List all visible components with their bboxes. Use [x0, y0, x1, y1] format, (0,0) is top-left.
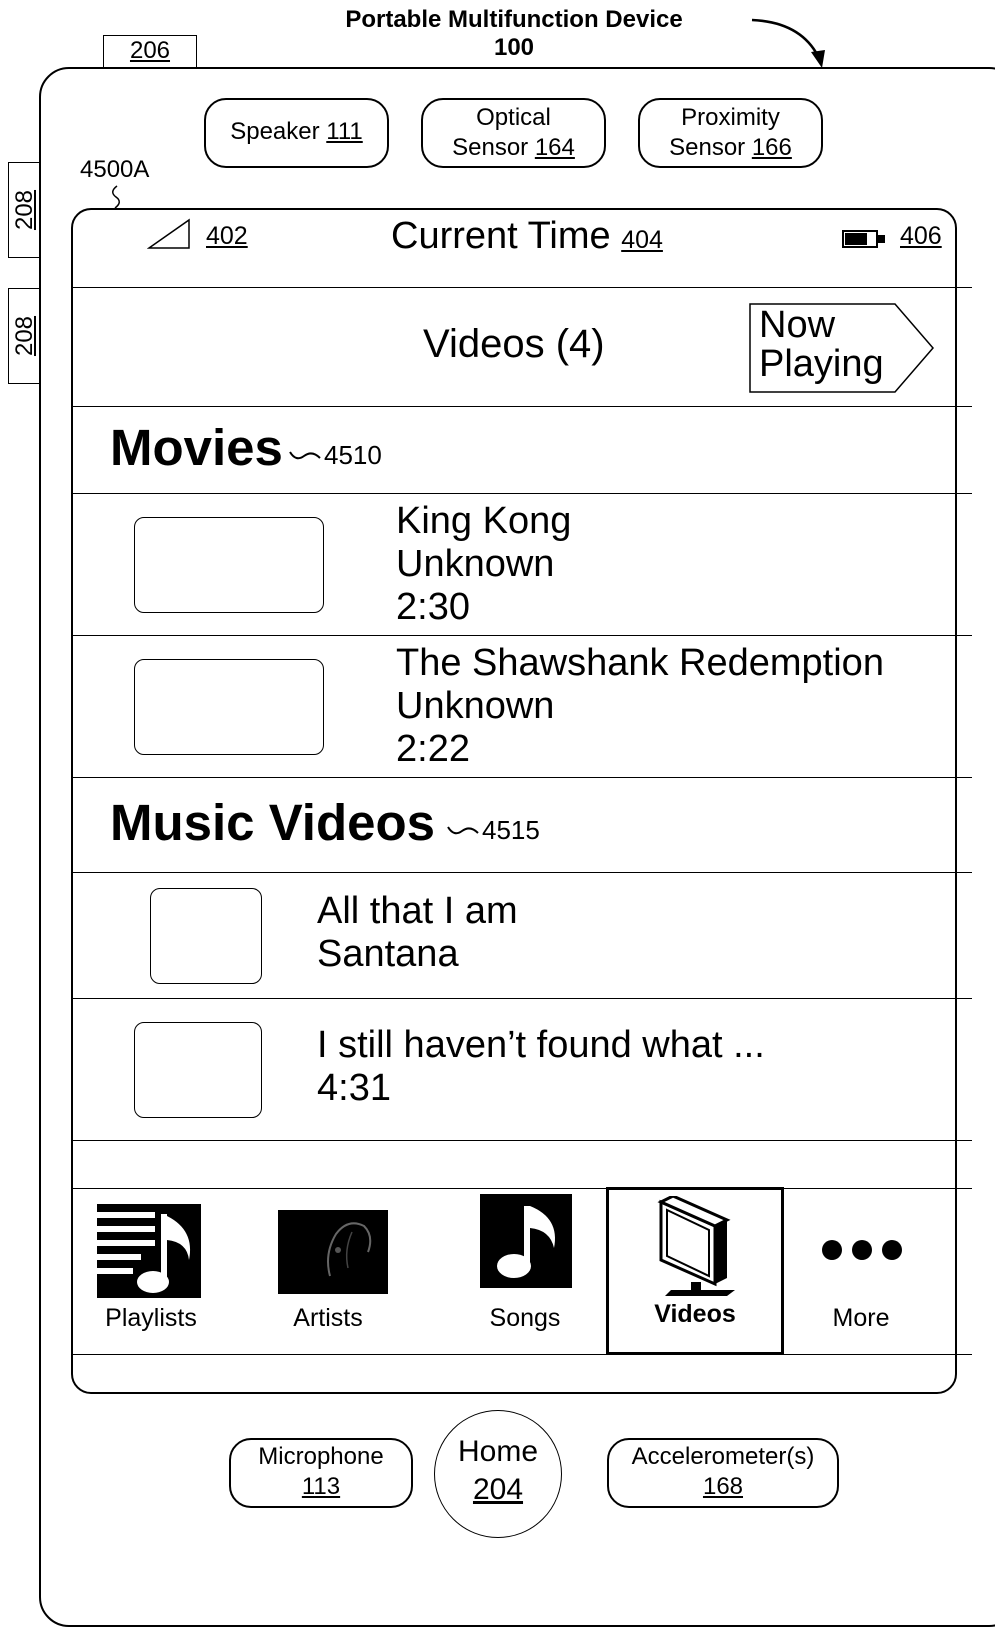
proximity-sensor-ref: 166: [751, 134, 792, 161]
movie-title: The Shawshank Redemption: [396, 642, 884, 684]
tab-songs[interactable]: Songs: [460, 1190, 590, 1354]
proximity-sensor-label: Sensor: [669, 134, 746, 161]
nav-title: Videos (4): [423, 322, 605, 366]
movie-duration: 2:30: [396, 586, 470, 628]
movies-section-ref: 4510: [324, 440, 382, 470]
home-label: Home: [457, 1435, 539, 1468]
signal-ref: 402: [206, 222, 248, 250]
optical-sensor-label: Sensor: [452, 134, 529, 161]
movie-thumbnail: [134, 659, 324, 755]
music-video-duration: 4:31: [317, 1067, 391, 1109]
music-video-row[interactable]: I still haven’t found what ... 4:31: [72, 999, 956, 1140]
movie-artist: Unknown: [396, 543, 555, 585]
more-ellipsis-icon: [822, 1240, 902, 1260]
songs-icon: [480, 1194, 572, 1288]
row-divider: [72, 777, 972, 778]
music-video-info: All that I am Santana: [317, 890, 518, 976]
movie-duration: 2:22: [396, 728, 470, 770]
speaker-111: Speaker 111: [204, 98, 389, 168]
accelerometer-168: Accelerometer(s) 168: [607, 1438, 839, 1508]
now-playing-label: Now Playing: [759, 306, 884, 384]
microphone-label: Microphone: [258, 1443, 384, 1470]
movie-title: King Kong: [396, 500, 572, 542]
battery-icon: [842, 230, 885, 248]
speaker-ref: 111: [326, 118, 363, 145]
music-video-info: I still haven’t found what ... 4:31: [317, 1024, 765, 1110]
music-videos-ref-squiggle-icon: [447, 826, 479, 835]
now-playing-button[interactable]: Now Playing: [749, 302, 935, 394]
artists-icon: [278, 1210, 388, 1294]
ref-206-box: 206: [103, 35, 197, 67]
tab-more-label: More: [832, 1304, 890, 1332]
movie-thumbnail: [134, 517, 324, 613]
home-button-204[interactable]: Home 204: [434, 1410, 562, 1538]
now-playing-line2: Playing: [759, 343, 884, 385]
tab-bar-top-border: [72, 1188, 972, 1189]
side-button-208-lower-label: 208: [10, 315, 38, 357]
current-time-ref: 404: [621, 226, 663, 254]
tab-videos-label: Videos: [654, 1300, 736, 1328]
movies-section-header: Movies: [110, 418, 283, 477]
music-video-artist: Santana: [317, 933, 459, 975]
music-videos-section-title: Music Videos: [110, 794, 436, 851]
playlists-icon: [97, 1204, 201, 1298]
screen-ref-label: 4500A: [80, 156, 150, 183]
speaker-label: Speaker: [230, 118, 320, 145]
current-time-label: Current Time: [391, 215, 611, 257]
music-video-thumbnail: [134, 1022, 262, 1118]
signal-strength-icon: [147, 218, 190, 249]
music-videos-section-ref: 4515: [482, 815, 540, 845]
music-video-title: All that I am: [317, 890, 518, 932]
tab-playlists[interactable]: Playlists: [86, 1190, 216, 1354]
optical-sensor-line1: Optical: [476, 104, 551, 131]
side-button-208-lower: 208: [8, 288, 40, 384]
tab-bar-bottom-border: [72, 1354, 972, 1355]
ref-206-label: 206: [129, 37, 171, 64]
row-divider: [72, 1140, 972, 1141]
music-videos-section-header: Music Videos: [110, 793, 435, 852]
movie-info: The Shawshank Redemption Unknown 2:22: [396, 642, 884, 771]
movies-ref-squiggle-icon: [289, 451, 321, 460]
now-playing-line1: Now: [759, 304, 836, 346]
tab-songs-label: Songs: [489, 1304, 561, 1332]
side-button-208-upper: 208: [8, 162, 40, 258]
movie-info: King Kong Unknown 2:30: [396, 500, 571, 629]
proximity-sensor-line1: Proximity: [681, 104, 780, 131]
home-ref: 204: [472, 1473, 524, 1506]
optical-sensor-164: Optical Sensor 164: [421, 98, 606, 168]
tab-videos[interactable]: Videos: [606, 1187, 784, 1355]
side-button-208-upper-label: 208: [10, 189, 38, 231]
tab-playlists-label: Playlists: [105, 1304, 197, 1332]
accelerometer-ref: 168: [702, 1473, 744, 1500]
tab-artists-label: Artists: [293, 1304, 363, 1332]
videos-icon: [657, 1196, 735, 1296]
movie-row[interactable]: The Shawshank Redemption Unknown 2:22: [72, 636, 956, 777]
optical-sensor-ref: 164: [534, 134, 575, 161]
nav-bar-divider: [72, 406, 972, 407]
movie-artist: Unknown: [396, 685, 555, 727]
current-time: Current Time 404: [391, 215, 663, 258]
music-video-thumbnail: [150, 888, 262, 984]
music-video-row[interactable]: All that I am Santana: [72, 873, 956, 998]
microphone-ref: 113: [301, 1473, 341, 1500]
status-bar-divider: [72, 287, 972, 288]
tab-artists[interactable]: Artists: [263, 1190, 393, 1354]
accelerometer-label: Accelerometer(s): [631, 1443, 815, 1470]
proximity-sensor-166: Proximity Sensor 166: [638, 98, 823, 168]
movie-row[interactable]: King Kong Unknown 2:30: [72, 494, 956, 635]
movies-section-title: Movies: [110, 419, 283, 476]
microphone-113: Microphone 113: [229, 1438, 413, 1508]
music-video-title: I still haven’t found what ...: [317, 1024, 765, 1066]
tab-more[interactable]: More: [806, 1190, 916, 1354]
screen-ref-squiggle-icon: [112, 185, 120, 209]
battery-ref: 406: [900, 222, 942, 250]
